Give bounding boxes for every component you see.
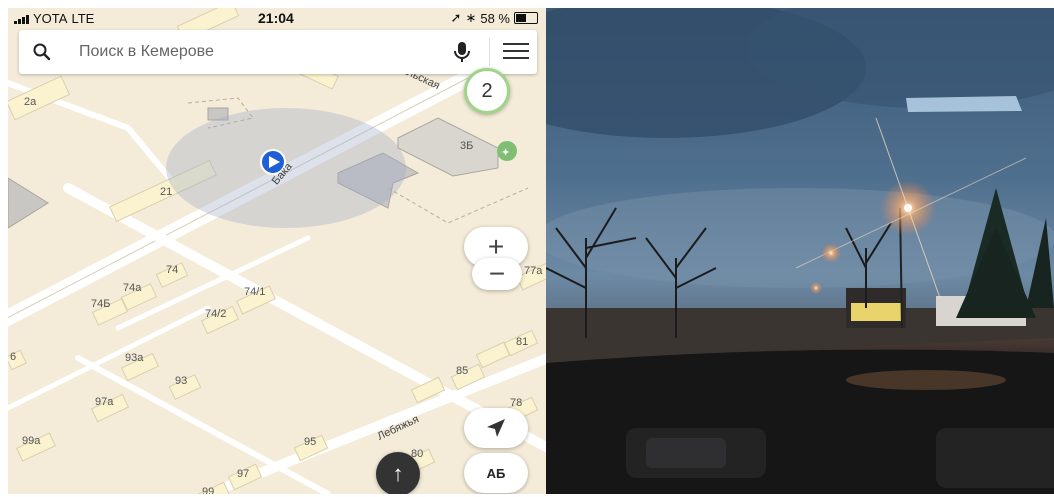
building-label: 74/1 <box>244 286 266 298</box>
building-label: 97а <box>95 396 114 408</box>
building-label: 99 <box>202 486 215 494</box>
building-label: 99а <box>22 435 41 447</box>
building-label: 93а <box>125 352 144 364</box>
building-label: 93 <box>175 375 188 387</box>
windshield-reflection <box>906 96 1022 112</box>
route-button[interactable]: ↑ <box>376 452 420 494</box>
building-label: 74а <box>123 282 142 294</box>
building-label: 6 <box>10 351 17 363</box>
search-divider <box>489 38 490 66</box>
air-vent-right <box>936 428 1054 488</box>
map-app-screenshot: ✦ 2а 3Б 21 74 74а 74Б 74/1 74/2 93а 93 9… <box>8 8 546 494</box>
svg-text:✦: ✦ <box>501 146 510 159</box>
signal-icon <box>14 14 29 24</box>
route-ab-button[interactable]: АБ <box>464 453 528 493</box>
building-3b <box>397 117 499 177</box>
navigation-arrow-icon <box>487 419 505 437</box>
battery-icon <box>514 12 538 24</box>
building-label: 77а <box>524 265 543 277</box>
road-side-1 <box>75 355 331 494</box>
building-label: 2а <box>24 96 37 108</box>
status-time: 21:04 <box>258 10 294 26</box>
dashcam-photo <box>546 8 1054 494</box>
building-label: 85 <box>456 365 469 377</box>
carrier-name: YOTA <box>33 11 68 26</box>
building-label: 74Б <box>91 298 111 310</box>
building-label: 78 <box>510 397 523 409</box>
building-label: 74/2 <box>205 308 227 320</box>
bluetooth-icon: ∗ <box>465 10 477 25</box>
location-arrow-icon: ➚ <box>450 10 462 25</box>
building-label: 95 <box>304 436 317 448</box>
photo-scene <box>546 8 1054 494</box>
building-label: 81 <box>516 336 529 348</box>
building-label: 21 <box>160 186 173 198</box>
building-label: 74 <box>166 264 179 276</box>
grey-building-2 <box>8 177 49 229</box>
menu-icon[interactable] <box>503 43 529 61</box>
traffic-score-button[interactable]: 2 <box>464 68 510 114</box>
search-input[interactable]: Поиск в Кемерове <box>79 43 214 61</box>
search-bar[interactable]: Поиск в Кемерове <box>19 30 537 74</box>
search-icon <box>33 43 51 61</box>
microphone-icon[interactable] <box>451 40 473 64</box>
network-type: LTE <box>71 11 95 26</box>
my-location-button[interactable] <box>464 408 528 448</box>
battery-fill <box>516 14 526 22</box>
status-bar: YOTA LTE 21:04 ➚ ∗ 58 % <box>8 8 546 30</box>
zoom-out-button[interactable]: − <box>472 258 522 290</box>
building-label: 3Б <box>460 140 474 152</box>
building-label: 97 <box>237 468 250 480</box>
battery-percent: 58 % <box>480 10 510 26</box>
